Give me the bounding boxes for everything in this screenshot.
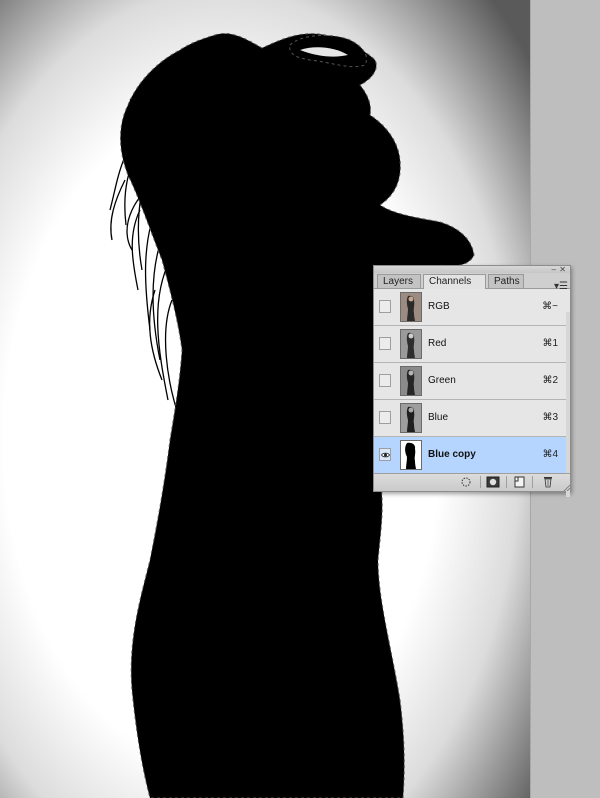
channel-label: Blue <box>428 412 449 423</box>
visibility-toggle[interactable] <box>379 411 391 424</box>
tab-channels[interactable]: Channels✕ <box>423 274 486 301</box>
channels-panel: ‒ ✕ Layers Channels✕ Paths ▾☰ RGB <box>373 265 571 497</box>
visibility-toggle[interactable] <box>379 448 391 461</box>
photoshop-workspace: ‒ ✕ Layers Channels✕ Paths ▾☰ RGB <box>0 0 600 798</box>
channel-list: RGB ⌘~ Red ⌘1 Green ⌘2 Blue ⌘3 Blue copy… <box>374 289 570 497</box>
delete-channel-icon[interactable] <box>540 476 556 488</box>
channel-shortcut: ⌘1 <box>542 338 558 349</box>
channel-shortcut: ⌘4 <box>542 449 558 460</box>
tab-paths[interactable]: Paths <box>488 274 524 288</box>
channel-row-rgb[interactable]: RGB ⌘~ <box>374 289 570 326</box>
scrollbar[interactable] <box>566 312 570 497</box>
eye-icon <box>381 452 390 458</box>
channel-label: Green <box>428 375 456 386</box>
footer-divider <box>480 476 481 488</box>
visibility-toggle[interactable] <box>379 300 391 313</box>
new-channel-icon[interactable] <box>511 476 527 488</box>
load-channel-as-selection-icon[interactable] <box>458 476 474 488</box>
tab-layers-label: Layers <box>383 276 414 287</box>
channel-shortcut: ⌘2 <box>542 375 558 386</box>
tab-layers[interactable]: Layers <box>377 274 421 288</box>
channel-label: Red <box>428 338 447 349</box>
channel-label: Blue copy <box>428 449 476 460</box>
channel-shortcut: ⌘~ <box>542 301 558 312</box>
channel-shortcut: ⌘3 <box>542 412 558 423</box>
footer-divider <box>532 476 533 488</box>
panel-title-bar[interactable]: ‒ ✕ <box>374 266 570 274</box>
save-selection-as-channel-icon[interactable] <box>485 476 501 488</box>
resize-grip-icon[interactable] <box>562 483 571 492</box>
channel-thumbnail <box>400 366 422 396</box>
channel-label: RGB <box>428 301 450 312</box>
tab-paths-label: Paths <box>494 276 520 287</box>
channel-row-green[interactable]: Green ⌘2 <box>374 363 570 400</box>
footer-divider <box>506 476 507 488</box>
panel-tabs: Layers Channels✕ Paths ▾☰ <box>374 273 570 301</box>
channel-thumbnail <box>400 292 422 322</box>
visibility-toggle[interactable] <box>379 337 391 350</box>
visibility-toggle[interactable] <box>379 374 391 387</box>
channel-row-red[interactable]: Red ⌘1 <box>374 326 570 363</box>
channel-thumbnail <box>400 329 422 359</box>
channel-row-blue[interactable]: Blue ⌘3 <box>374 400 570 437</box>
channel-row-blue-copy[interactable]: Blue copy ⌘4 <box>374 437 570 474</box>
channel-thumbnail <box>400 440 422 470</box>
channel-thumbnail <box>400 403 422 433</box>
tab-channels-label: Channels <box>429 276 472 287</box>
panel-footer <box>374 473 571 492</box>
